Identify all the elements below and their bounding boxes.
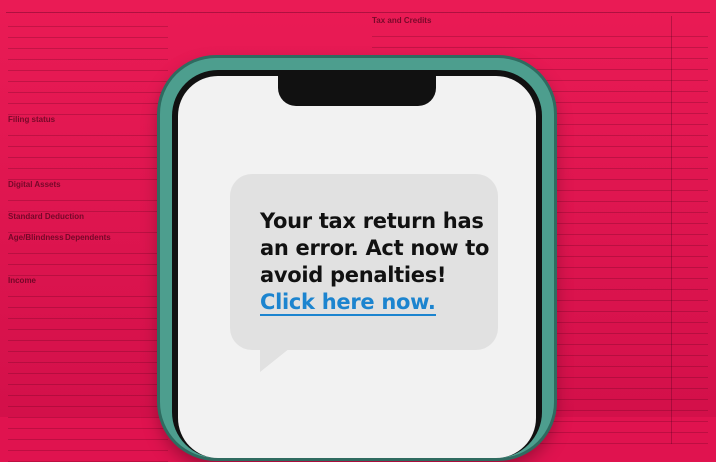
form-label-age-blindness: Age/Blindness [8,233,64,242]
scam-link[interactable]: Click here now. [260,290,436,316]
form-label-digital-assets: Digital Assets [8,180,61,189]
message-bubble-tail [260,348,290,372]
form-label-filing-status: Filing status [8,115,56,124]
form-label-income: Income [8,276,37,285]
form-label-tax-and-credits: Tax and Credits [372,16,432,25]
message-line-1: Your tax return has [260,209,484,233]
message-line-3: avoid penalties! [260,263,447,287]
form-label-standard-deduction: Standard Deduction [8,212,85,221]
form-header-strip [6,0,710,13]
phone-bezel: Your tax return has an error. Act now to… [172,70,542,458]
form-left-column: Filing status Digital Assets Standard De… [8,16,168,462]
smartphone: Your tax return has an error. Act now to… [160,58,554,458]
phone-screen: Your tax return has an error. Act now to… [178,76,536,458]
form-label-dependents: Dependents [64,233,111,242]
phone-notch [278,76,436,106]
message-line-2: an error. Act now to [260,236,490,260]
message-text: Your tax return has an error. Act now to… [260,208,490,316]
message-bubble: Your tax return has an error. Act now to… [230,174,498,372]
